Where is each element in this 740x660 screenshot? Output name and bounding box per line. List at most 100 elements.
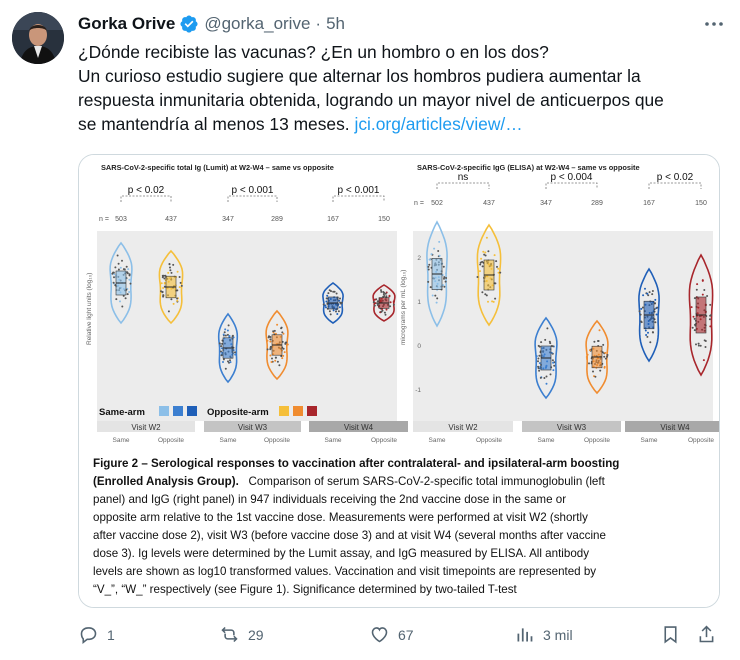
share-button[interactable]: [696, 624, 717, 645]
views-button[interactable]: 3 mil: [514, 624, 573, 645]
right-group-5-point: [697, 344, 700, 347]
right-group-1-point: [482, 250, 485, 253]
left-group-2-point: [218, 342, 221, 345]
avatar[interactable]: [12, 12, 64, 64]
bookmark-button[interactable]: [660, 624, 681, 645]
left-panel-title: SARS-CoV-2-specific total Ig (Lumit) at …: [101, 163, 334, 172]
left-group-4-point: [329, 313, 332, 316]
right-group-1-point: [484, 251, 487, 254]
right-group-4-point: [651, 293, 654, 296]
right-arm-label: Opposite: [476, 437, 502, 444]
like-button[interactable]: 67: [369, 624, 414, 645]
left-group-2-point: [221, 347, 223, 350]
more-options-icon[interactable]: [702, 12, 726, 36]
left-group-0-point: [126, 272, 129, 275]
right-group-2-point: [549, 342, 552, 345]
left-group-5-point: [373, 298, 376, 301]
left-visit-label: Visit W3: [238, 423, 268, 432]
left-group-3-point: [269, 338, 272, 341]
left-group-3-point: [286, 343, 289, 346]
left-group-1-point: [172, 263, 175, 266]
left-group-2-point: [227, 324, 230, 327]
left-group-0-point: [117, 262, 120, 265]
right-group-2-point: [549, 373, 552, 376]
left-group-0-point: [112, 271, 115, 274]
left-group-3-point: [276, 360, 279, 363]
left-group-0-point: [123, 268, 126, 271]
left-n-label: n =: [99, 216, 109, 223]
right-y-tick: 1: [417, 299, 421, 306]
caption-line: levels are shown as log10 transformed va…: [93, 565, 596, 578]
right-group-4-point: [638, 310, 641, 313]
left-group-0-point: [112, 281, 115, 284]
right-group-4-point: [646, 335, 649, 338]
left-group-1-point: [169, 266, 171, 269]
bookmark-icon: [664, 626, 677, 644]
left-n-value: 289: [271, 216, 283, 223]
verified-badge-icon: [180, 15, 198, 33]
right-group-5-point: [691, 326, 694, 329]
author-name[interactable]: Gorka Orive: [78, 14, 175, 34]
left-visit-label: Visit W2: [131, 423, 161, 432]
right-group-2-point: [538, 354, 541, 357]
right-group-5-point: [693, 317, 696, 320]
left-group-4-point: [338, 306, 341, 309]
legend-opposite-swatch: [293, 406, 303, 416]
right-group-5-point: [704, 340, 707, 342]
left-group-5-point: [373, 304, 376, 307]
left-group-4-point: [330, 290, 332, 293]
left-group-1-point: [172, 302, 175, 305]
left-group-3-point: [269, 345, 272, 348]
right-group-1-point: [497, 271, 500, 274]
right-arm-label: Same: [641, 437, 658, 444]
right-group-4-point: [644, 329, 647, 332]
left-group-1-point: [167, 310, 170, 313]
left-group-0-point: [119, 266, 122, 269]
left-group-3-point: [269, 354, 272, 357]
timestamp[interactable]: 5h: [326, 14, 345, 34]
right-group-2-point: [551, 359, 554, 362]
right-n-value: 150: [695, 200, 707, 207]
heart-icon: [371, 627, 388, 643]
left-group-3-point: [266, 348, 269, 351]
right-group-5-point: [696, 283, 699, 286]
right-group-3-point: [603, 366, 606, 369]
right-group-0-point: [443, 285, 446, 288]
right-n-value: 437: [483, 200, 495, 207]
right-group-3-point: [598, 329, 601, 332]
right-group-5-point: [701, 279, 704, 282]
left-plot-area: [97, 231, 397, 421]
right-group-5-point: [692, 315, 695, 318]
legend-same-swatch: [173, 406, 183, 416]
author-handle[interactable]: @gorka_orive: [204, 14, 310, 34]
left-group-1-point: [178, 276, 181, 278]
left-group-2-point: [222, 358, 225, 361]
right-group-1-point: [493, 254, 496, 257]
retweet-button[interactable]: 29: [219, 624, 264, 645]
media-image[interactable]: SARS-CoV-2-specific total Ig (Lumit) at …: [78, 154, 720, 608]
legend-same-swatch: [159, 406, 169, 416]
legend-same-swatch: [187, 406, 197, 416]
right-group-0-point: [427, 280, 430, 283]
left-group-5-point: [376, 302, 379, 305]
caption-line: opposite arm relative to the 1st vaccine…: [93, 511, 588, 524]
right-group-4-point: [654, 298, 657, 301]
left-group-3-point: [282, 332, 285, 335]
right-group-4-point: [641, 306, 644, 309]
right-group-1-point: [483, 253, 486, 256]
article-link[interactable]: jci.org/articles/view/…: [354, 114, 522, 134]
left-y-axis-label: Relative light units (log₁₀): [86, 273, 93, 345]
right-group-1-point: [491, 300, 494, 303]
right-group-3-point: [603, 355, 606, 358]
right-n-label: n =: [414, 200, 424, 207]
right-group-4-point: [651, 290, 654, 292]
right-group-3-point: [586, 353, 589, 356]
caption-line: panel) and IgG (right panel) in 947 indi…: [93, 493, 566, 506]
tweet-line-text: se mantendría al menos 13 meses.: [78, 114, 350, 134]
right-visit-label: Visit W3: [557, 423, 587, 432]
tweet-line: ¿Dónde recibiste las vacunas? ¿En un hom…: [78, 42, 549, 62]
left-group-1-point: [170, 271, 173, 274]
reply-button[interactable]: 1: [78, 624, 115, 645]
right-group-0-point: [431, 294, 434, 297]
right-group-5-point: [704, 346, 707, 348]
